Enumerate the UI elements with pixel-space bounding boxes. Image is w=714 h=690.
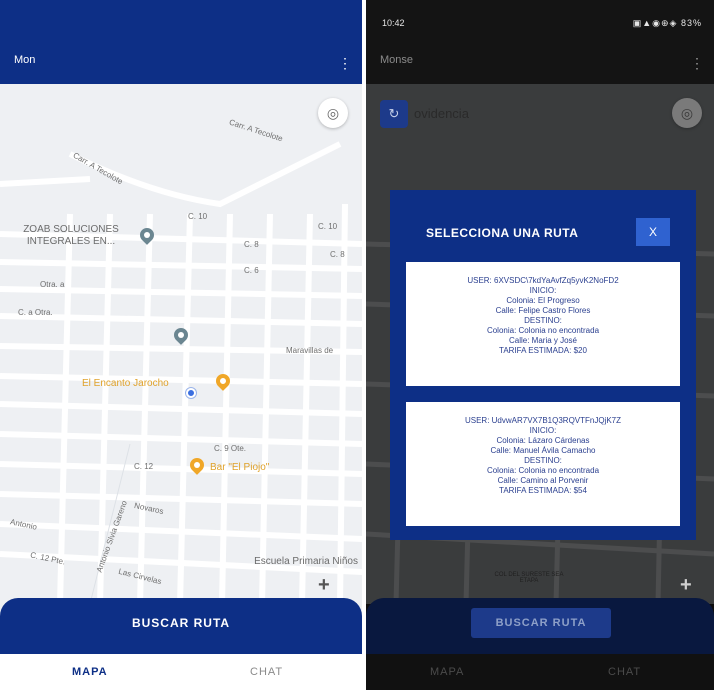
my-location-button[interactable]: ◎ — [672, 98, 702, 128]
tab-chat[interactable]: CHAT — [250, 666, 283, 678]
my-location-button[interactable]: ◎ — [318, 98, 348, 128]
street-label: C. 10 — [188, 212, 208, 221]
search-route-button[interactable]: BUSCAR RUTA — [471, 608, 611, 638]
route-card[interactable]: USER: 6XVSDC\7kdYaAvfZq5yvK2NoFD2 INICIO… — [406, 262, 680, 386]
tab-mapa[interactable]: MAPA — [72, 666, 108, 678]
search-route-button[interactable]: BUSCAR RUTA — [0, 616, 362, 630]
street-label: Otra. a — [40, 280, 65, 289]
status-icons: ▣▲◉⊕◈ 83% — [632, 18, 702, 28]
bottom-panel: BUSCAR RUTA — [366, 598, 714, 654]
route-user: USER: 6XVSDC\7kdYaAvfZq5yvK2NoFD2 — [467, 276, 619, 285]
route-destino-colonia: Colonia: Colonia no encontrada — [486, 466, 600, 475]
street-label: C. 12 — [134, 462, 154, 471]
route-select-modal: SELECCIONA UNA RUTA X USER: 6XVSDC\7kdYa… — [390, 190, 696, 540]
zoom-in-button[interactable]: + — [680, 574, 692, 597]
street-label: C. 8 — [330, 250, 345, 259]
poi-school-label[interactable]: Escuela Primaria Niños — [240, 556, 358, 568]
close-button[interactable]: X — [636, 218, 670, 246]
route-destino-label: DESTINO: — [524, 316, 562, 325]
route-card[interactable]: USER: UdvwAR7VX7B1Q3RQVTFnJQjK7Z INICIO:… — [406, 402, 680, 526]
route-destino-label: DESTINO: — [524, 456, 562, 465]
right-screen: 10:42 ▣▲◉⊕◈ 83% Monse ⋮ COL DEL SURESTE … — [366, 0, 714, 690]
map-view[interactable]: ◎ Carr. A Tecolote Carr. A Tecolote C. 1… — [0, 84, 362, 604]
route-destino-calle: Calle: Maria y José — [508, 336, 578, 345]
tab-mapa[interactable]: MAPA — [430, 666, 464, 678]
poi-business-label[interactable]: ZOAB SOLUCIONES INTEGRALES EN... — [6, 224, 136, 248]
left-screen: Mon ⋮ ◎ Carr. A Tecolote Carr. A Tecolot… — [0, 0, 362, 690]
route-tarifa: TARIFA ESTIMADA: $54 — [499, 486, 587, 495]
refresh-icon[interactable]: ↻ — [380, 100, 408, 128]
street-label: Maravillas de — [286, 346, 334, 355]
route-inicio-calle: Calle: Manuel Ávila Camacho — [490, 446, 596, 455]
bottom-tabs: MAPA CHAT — [0, 654, 362, 690]
route-destino-calle: Calle: Camino al Porvenir — [497, 476, 589, 485]
route-inicio-label: INICIO: — [529, 286, 557, 295]
bottom-tabs: MAPA CHAT — [366, 654, 714, 690]
bottom-panel: BUSCAR RUTA — [0, 598, 362, 654]
poi-bar-label[interactable]: Bar "El Piojo" — [210, 462, 269, 473]
route-inicio-calle: Calle: Felipe Castro Flores — [495, 306, 591, 315]
app-title: Mon — [14, 54, 36, 66]
route-inicio-label: INICIO: — [529, 426, 557, 435]
search-bar[interactable]: ↻ ovidencia ◎ — [366, 94, 714, 134]
more-vert-icon[interactable]: ⋮ — [338, 52, 352, 74]
more-vert-icon[interactable]: ⋮ — [690, 52, 704, 74]
poi-restaurant-label[interactable]: El Encanto Jarocho — [82, 378, 169, 389]
zoom-in-button[interactable]: + — [318, 574, 330, 597]
app-title: Monse — [380, 54, 414, 66]
status-time: 10:42 — [382, 18, 405, 28]
route-inicio-colonia: Colonia: El Progreso — [506, 296, 580, 305]
current-location-icon — [186, 388, 196, 398]
app-bar: Mon ⋮ — [0, 40, 362, 84]
search-text[interactable]: ovidencia — [414, 106, 469, 121]
route-user: USER: UdvwAR7VX7B1Q3RQVTFnJQjK7Z — [464, 416, 622, 425]
route-inicio-colonia: Colonia: Lázaro Cárdenas — [496, 436, 590, 445]
street-label: C. 8 — [244, 240, 259, 249]
street-label: C. 6 — [244, 266, 259, 275]
street-label: C. 9 Ote. — [214, 444, 247, 453]
street-label: C. a Otra. — [18, 308, 53, 317]
route-tarifa: TARIFA ESTIMADA: $20 — [499, 346, 587, 355]
app-bar: Monse ⋮ — [366, 40, 714, 84]
tab-chat[interactable]: CHAT — [608, 666, 641, 678]
street-label: C. 10 — [318, 222, 338, 231]
status-bar: 10:42 ▣▲◉⊕◈ 83% — [366, 0, 714, 40]
route-destino-colonia: Colonia: Colonia no encontrada — [486, 326, 600, 335]
status-bar — [0, 0, 362, 40]
modal-title: SELECCIONA UNA RUTA — [426, 226, 579, 240]
